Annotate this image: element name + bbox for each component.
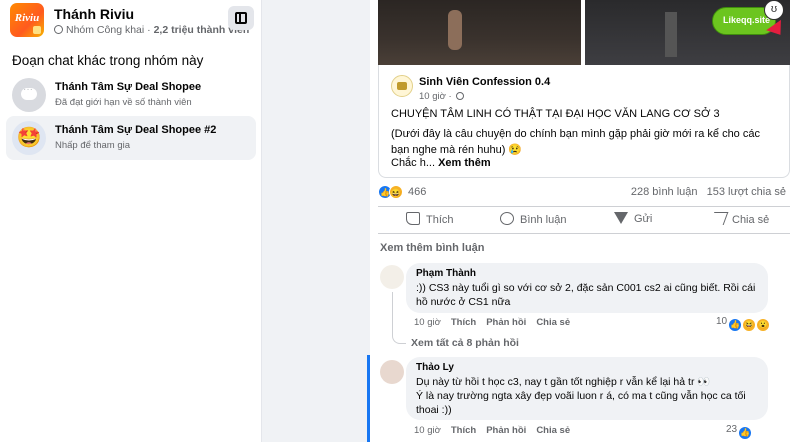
comment-reactions[interactable]: 23 👍 (726, 424, 752, 439)
group-header: Riviu Thánh Riviu Nhóm Công khai · 2,2 t… (0, 0, 262, 40)
comment-label: Bình luận (520, 214, 567, 226)
chat-item-deal-shopee-2[interactable]: 🤩 Thánh Tâm Sự Deal Shopee #2 Nhấp để th… (6, 116, 256, 160)
chat-item-subtitle: Nhấp để tham gia (55, 140, 130, 151)
see-more-link[interactable]: Xem thêm (438, 157, 491, 169)
reply-thread-line (392, 292, 406, 344)
like-button[interactable]: Thích (406, 212, 454, 226)
post-headline: CHUYỆN TÂM LINH CÓ THẬT TẠI ĐẠI HỌC VĂN … (391, 108, 720, 120)
reaction-count[interactable]: 466 (408, 186, 426, 198)
avatar[interactable] (380, 265, 404, 289)
comment-like-button[interactable]: Thích (451, 425, 476, 436)
comment-time[interactable]: 10 giờ (414, 425, 441, 436)
reaction-summary: 👍 😆 466 228 bình luận 153 lượt chia sẻ (378, 184, 790, 202)
smiley-icon: ʊ (764, 0, 784, 20)
view-replies-link[interactable]: Xem tất cả 8 phản hồi (411, 337, 519, 349)
post-photo[interactable] (378, 0, 581, 65)
comment-actions: 10 giờ Thích Phản hồi Chia sẻ (414, 317, 570, 328)
comment-reply-button[interactable]: Phản hồi (486, 317, 526, 328)
chat-item-subtitle: Đã đạt giới hạn về số thành viên (55, 97, 192, 108)
see-more-comments-link[interactable]: Xem thêm bình luận (380, 242, 485, 254)
comment-share-button[interactable]: Chia sẻ (536, 425, 570, 436)
comment-like-button[interactable]: Thích (451, 317, 476, 328)
comment-text-line: Ý là nay trường ngta xây đẹp voãi luon r… (416, 390, 746, 416)
comment-bubble-icon (500, 212, 514, 225)
comment-reactions[interactable]: 10 👍 😆 😮 (716, 316, 770, 331)
comment-author[interactable]: Thảo Ly (416, 362, 758, 373)
post-action-bar: Thích Bình luận Gửi Chia sẻ (378, 206, 790, 234)
send-label: Gửi (634, 213, 653, 225)
globe-icon (456, 92, 465, 100)
share-label: Chia sẻ (732, 214, 770, 226)
comment-reaction-count: 10 (716, 316, 728, 327)
post-truncation: Chắc h... Xem thêm (391, 157, 491, 169)
sidebar-collapse-icon (235, 12, 247, 24)
send-icon (614, 212, 628, 224)
comment-text-line: Dụ này từ hồi t học c3, nay t gần tốt ng… (416, 376, 711, 388)
globe-icon (54, 25, 63, 34)
haha-reaction-icon[interactable]: 😆 (389, 185, 403, 199)
focus-indicator (367, 355, 370, 442)
comment-author[interactable]: Phạm Thành (416, 268, 758, 279)
share-button[interactable]: Chia sẻ (709, 212, 770, 226)
time-text: 10 giờ (419, 91, 446, 102)
group-logo-text: Riviu (14, 12, 40, 24)
avatar[interactable] (380, 360, 404, 384)
sidebar-collapse-button[interactable] (228, 6, 254, 30)
share-count[interactable]: 153 lượt chia sẻ (707, 186, 786, 198)
engagement-counts: 228 bình luận 153 lượt chia sẻ (625, 186, 786, 198)
comment-actions: 10 giờ Thích Phản hồi Chia sẻ (414, 425, 570, 436)
logo-decoration (33, 26, 41, 34)
truncated-text: Chắc h... (391, 157, 436, 169)
star-struck-emoji-icon: 🤩 (12, 121, 46, 155)
comment-bubble: Phạm Thành :)) CS3 này tuổi gì so với cơ… (406, 263, 768, 313)
shared-post-time[interactable]: 10 giờ · (419, 91, 465, 102)
like-label: Thích (426, 214, 454, 226)
chat-item-title: Thánh Tâm Sự Deal Shopee #2 (55, 124, 217, 136)
promo-label: Likeqq.site (723, 15, 771, 25)
comment-bubble: Thảo Ly Dụ này từ hồi t học c3, nay t gầ… (406, 357, 768, 420)
post-feed: Sinh Viên Confession 0.4 10 giờ · CHUYỆN… (370, 0, 800, 442)
like-reaction-icon: 👍 (729, 319, 742, 331)
share-arrow-icon (709, 212, 729, 225)
comment-text: :)) CS3 này tuổi gì so với cơ sở 2, đặc … (416, 282, 756, 308)
group-chat-sidebar: Riviu Thánh Riviu Nhóm Công khai · 2,2 t… (0, 0, 262, 442)
comment-time[interactable]: 10 giờ (414, 317, 441, 328)
shared-page-name[interactable]: Sinh Viên Confession 0.4 (419, 76, 550, 88)
comment-button[interactable]: Bình luận (500, 212, 566, 226)
comment-share-button[interactable]: Chia sẻ (536, 317, 570, 328)
thumb-up-icon (406, 212, 420, 225)
comment-reply-button[interactable]: Phản hồi (486, 425, 526, 436)
comment-reaction-count: 23 (726, 424, 738, 435)
shared-post-card[interactable]: Sinh Viên Confession 0.4 10 giờ · CHUYỆN… (378, 65, 790, 178)
group-privacy: Nhóm Công khai (66, 24, 145, 36)
group-meta: Nhóm Công khai · 2,2 triệu thành viên (54, 24, 249, 36)
section-title: Đoạn chat khác trong nhóm này (12, 53, 204, 68)
send-button[interactable]: Gửi (614, 212, 652, 225)
like-reaction-icon: 👍 (739, 427, 752, 439)
chat-bubble-icon (12, 78, 46, 112)
page-avatar[interactable] (391, 75, 413, 97)
comment-count[interactable]: 228 bình luận (631, 186, 698, 198)
haha-reaction-icon: 😆 (743, 319, 756, 331)
group-name[interactable]: Thánh Riviu (54, 6, 134, 22)
chat-item-title: Thánh Tâm Sự Deal Shopee (55, 81, 202, 93)
chat-item-deal-shopee[interactable]: Thánh Tâm Sự Deal Shopee Đã đạt giới hạn… (6, 73, 256, 117)
wow-reaction-icon: 😮 (757, 319, 770, 331)
group-logo[interactable]: Riviu (10, 3, 44, 37)
post-body: (Dưới đây là câu chuyện do chính bạn mìn… (391, 128, 760, 156)
